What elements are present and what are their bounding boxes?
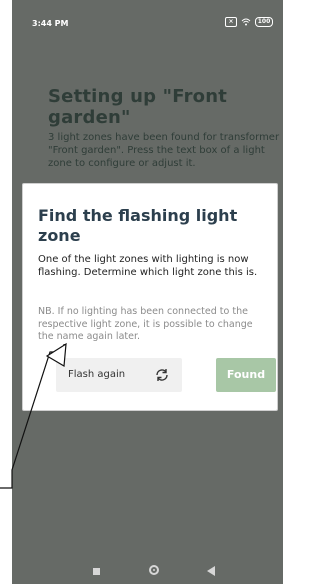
status-icons: × 100: [225, 17, 273, 27]
home-circle-icon[interactable]: [149, 565, 159, 575]
found-button[interactable]: Found: [216, 358, 276, 392]
find-zone-dialog: Find the flashing light zone One of the …: [22, 183, 278, 411]
navigation-bar: [12, 560, 283, 584]
sim-icon: ×: [225, 17, 237, 27]
recents-square-icon[interactable]: [93, 568, 100, 575]
page-intro-text: 3 light zones have been found for transf…: [48, 132, 280, 169]
page-title: Setting up "Front garden": [48, 86, 228, 128]
dialog-body-text: One of the light zones with lighting is …: [38, 254, 258, 278]
battery-icon: 100: [255, 17, 273, 27]
back-triangle-icon[interactable]: [207, 566, 215, 576]
refresh-icon: [154, 367, 170, 383]
flash-again-label: Flash again: [68, 369, 126, 380]
wifi-icon: [241, 17, 251, 27]
dialog-title: Find the flashing light zone: [38, 206, 238, 245]
dialog-note-text: NB. If no lighting has been connected to…: [38, 306, 253, 342]
status-time: 3:44 PM: [32, 19, 69, 28]
flash-again-button[interactable]: Flash again: [56, 358, 182, 392]
screen-border: [0, 0, 12, 584]
status-bar: 3:44 PM × 100: [12, 0, 283, 28]
